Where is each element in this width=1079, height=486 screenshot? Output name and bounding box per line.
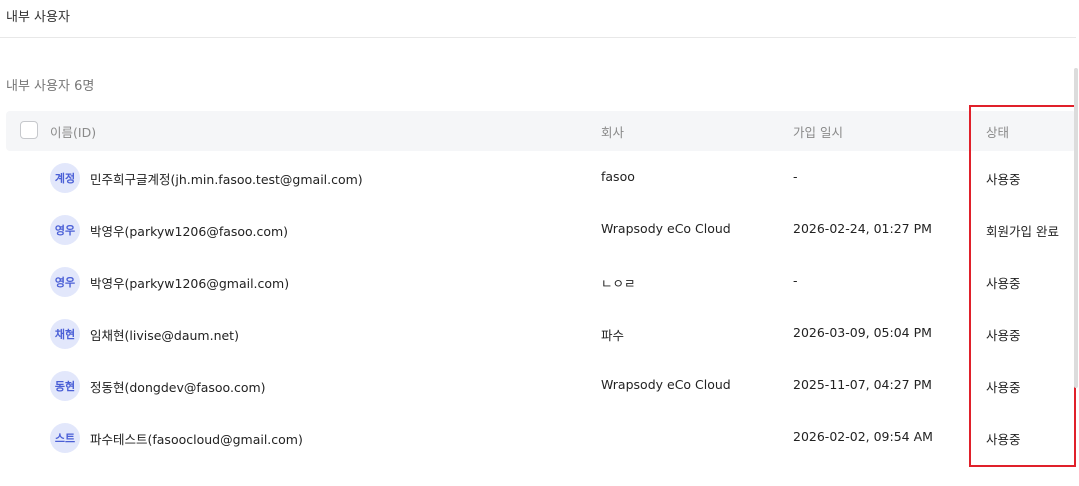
avatar: 스트 (50, 423, 80, 453)
user-company: 파수 (601, 328, 625, 343)
table-row[interactable]: 영우 박영우(parkyw1206@fasoo.com) Wrapsody eC… (6, 203, 1076, 255)
avatar: 영우 (50, 215, 80, 245)
table-row[interactable]: 동현 정동현(dongdev@fasoo.com) Wrapsody eCo C… (6, 359, 1076, 411)
column-header-name[interactable]: 이름(ID) (50, 122, 96, 141)
page-title: 내부 사용자 (6, 10, 70, 25)
user-joined-date: 2026-02-02, 09:54 AM (793, 429, 933, 444)
column-header-company[interactable]: 회사 (601, 122, 624, 141)
user-name: 박영우(parkyw1206@gmail.com) (90, 276, 290, 291)
user-joined-date: - (793, 273, 798, 288)
user-company: Wrapsody eCo Cloud (601, 377, 731, 392)
status-column-highlight (969, 105, 1076, 467)
user-joined-date: 2025-11-07, 04:27 PM (793, 377, 932, 392)
table-row[interactable]: 영우 박영우(parkyw1206@gmail.com) ㄴㅇㄹ - 사용중 (6, 255, 1076, 307)
user-company: fasoo (601, 169, 635, 184)
avatar: 계정 (50, 163, 80, 193)
user-name: 정동현(dongdev@fasoo.com) (90, 380, 266, 395)
table-header: 이름(ID) 회사 가입 일시 상태 (6, 111, 1076, 151)
user-company: Wrapsody eCo Cloud (601, 221, 731, 236)
user-company: ㄴㅇㄹ (601, 276, 636, 291)
page-header: 내부 사용자 (0, 0, 1076, 38)
user-count-label: 내부 사용자 6명 (6, 79, 95, 94)
user-table: 이름(ID) 회사 가입 일시 상태 계정 민주희구글계정(jh.min.fas… (6, 111, 1076, 463)
column-header-joined[interactable]: 가입 일시 (793, 122, 843, 141)
user-name: 박영우(parkyw1206@fasoo.com) (90, 224, 289, 239)
table-row[interactable]: 계정 민주희구글계정(jh.min.fasoo.test@gmail.com) … (6, 151, 1076, 203)
user-name: 파수테스트(fasoocloud@gmail.com) (90, 432, 303, 447)
avatar: 채현 (50, 319, 80, 349)
user-joined-date: 2026-02-24, 01:27 PM (793, 221, 932, 236)
user-joined-date: - (793, 169, 798, 184)
user-name: 민주희구글계정(jh.min.fasoo.test@gmail.com) (90, 172, 363, 187)
avatar: 동현 (50, 371, 80, 401)
select-all-checkbox[interactable] (20, 121, 38, 139)
avatar: 영우 (50, 267, 80, 297)
user-name: 임채현(livise@daum.net) (90, 328, 239, 343)
scrollbar[interactable] (1074, 68, 1078, 388)
table-row[interactable]: 스트 파수테스트(fasoocloud@gmail.com) 2026-02-0… (6, 411, 1076, 463)
table-row[interactable]: 채현 임채현(livise@daum.net) 파수 2026-03-09, 0… (6, 307, 1076, 359)
user-joined-date: 2026-03-09, 05:04 PM (793, 325, 932, 340)
